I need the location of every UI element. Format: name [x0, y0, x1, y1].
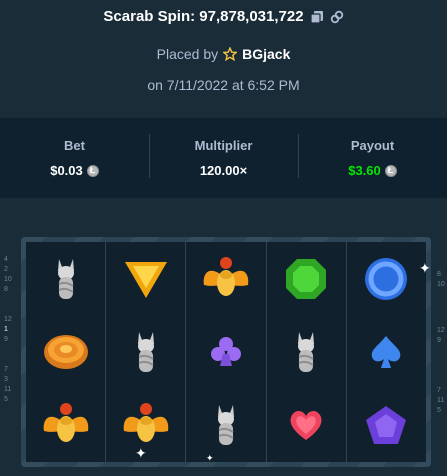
blue-spade-icon: [351, 319, 421, 385]
payline-number: 8: [4, 286, 8, 293]
payline-numbers-right: 8 10 12 9 7 11 5: [437, 270, 445, 416]
payline-number: 12: [4, 316, 12, 323]
bet-value-row: $0.03: [50, 163, 99, 178]
payout-label: Payout: [350, 138, 395, 153]
orange-scarab-medallion-icon: [31, 319, 101, 385]
multiplier-label: Multiplier: [194, 138, 253, 153]
payline-number: 4: [4, 256, 8, 263]
username-link[interactable]: BGjack: [242, 46, 290, 62]
multiplier-value: 120.00×: [199, 163, 248, 178]
payline-number: 9: [4, 336, 8, 343]
payline-number: 10: [437, 281, 445, 288]
cat-statue-icon: [31, 246, 101, 312]
bet-header: Scarab Spin: 97,878,031,722 Placed by BG…: [0, 0, 447, 118]
litecoin-icon: [384, 164, 397, 177]
placed-by-row: Placed by BGjack: [0, 46, 447, 62]
multiplier-stat: Multiplier 120.00×: [149, 118, 298, 198]
copy-icon[interactable]: [309, 10, 324, 24]
slot-reels: [26, 242, 427, 462]
payout-stat: Payout $3.60: [298, 118, 447, 198]
payline-numbers-left: 4 2 10 8 12 1 9 7 3 11 5: [4, 255, 12, 405]
sparkle-icon: ✦: [206, 453, 214, 463]
bet-label: Bet: [64, 138, 85, 153]
bet-stat: Bet $0.03: [0, 118, 149, 198]
payline-number: 12: [437, 327, 445, 334]
green-gem-icon: [271, 246, 341, 312]
payline-number: 5: [437, 407, 441, 414]
red-heart-icon: [271, 392, 341, 458]
reel-3: [186, 242, 266, 462]
payline-number: 3: [4, 376, 8, 383]
payout-value: $3.60: [348, 163, 381, 178]
sparkle-icon: ✦: [419, 260, 431, 276]
bet-value: $0.03: [50, 163, 83, 178]
reel-5: [346, 242, 427, 462]
placed-by-label: Placed by: [156, 46, 219, 62]
payline-number: 2: [4, 266, 8, 273]
payline-number: 7: [437, 387, 441, 394]
bet-stats-panel: Bet $0.03 Multiplier 120.00× Payout $3.6…: [0, 118, 447, 198]
bet-date: on 7/11/2022 at 6:52 PM: [147, 77, 300, 93]
purple-pentagon-gem-icon: [351, 392, 421, 458]
payline-number: 9: [437, 337, 441, 344]
title-row: Scarab Spin: 97,878,031,722: [0, 8, 447, 25]
reel-2: [106, 242, 186, 462]
bet-title: Scarab Spin: 97,878,031,722: [103, 8, 304, 25]
cat-statue-icon: [191, 392, 261, 458]
payout-value-row: $3.60: [348, 163, 397, 178]
yellow-triangle-gem-icon: [111, 246, 181, 312]
payline-number: 10: [4, 276, 12, 283]
payline-number: 11: [437, 397, 445, 404]
blue-ring-gem-icon: [351, 246, 421, 312]
purple-club-icon: [191, 319, 261, 385]
payline-number: 11: [4, 386, 12, 393]
litecoin-icon: [86, 164, 99, 177]
golden-scarab-icon: [191, 246, 261, 312]
star-icon: [222, 46, 239, 62]
payline-number: 5: [4, 396, 8, 403]
reel-4: [266, 242, 346, 462]
payline-number: 1: [4, 326, 8, 333]
reel-1: [26, 242, 106, 462]
cat-statue-icon: [111, 319, 181, 385]
payline-number: 7: [4, 366, 8, 373]
link-icon[interactable]: [330, 10, 344, 24]
payline-number: 8: [437, 271, 441, 278]
cat-statue-icon: [271, 319, 341, 385]
sparkle-icon: ✦: [135, 445, 147, 461]
golden-scarab-icon: [31, 392, 101, 458]
